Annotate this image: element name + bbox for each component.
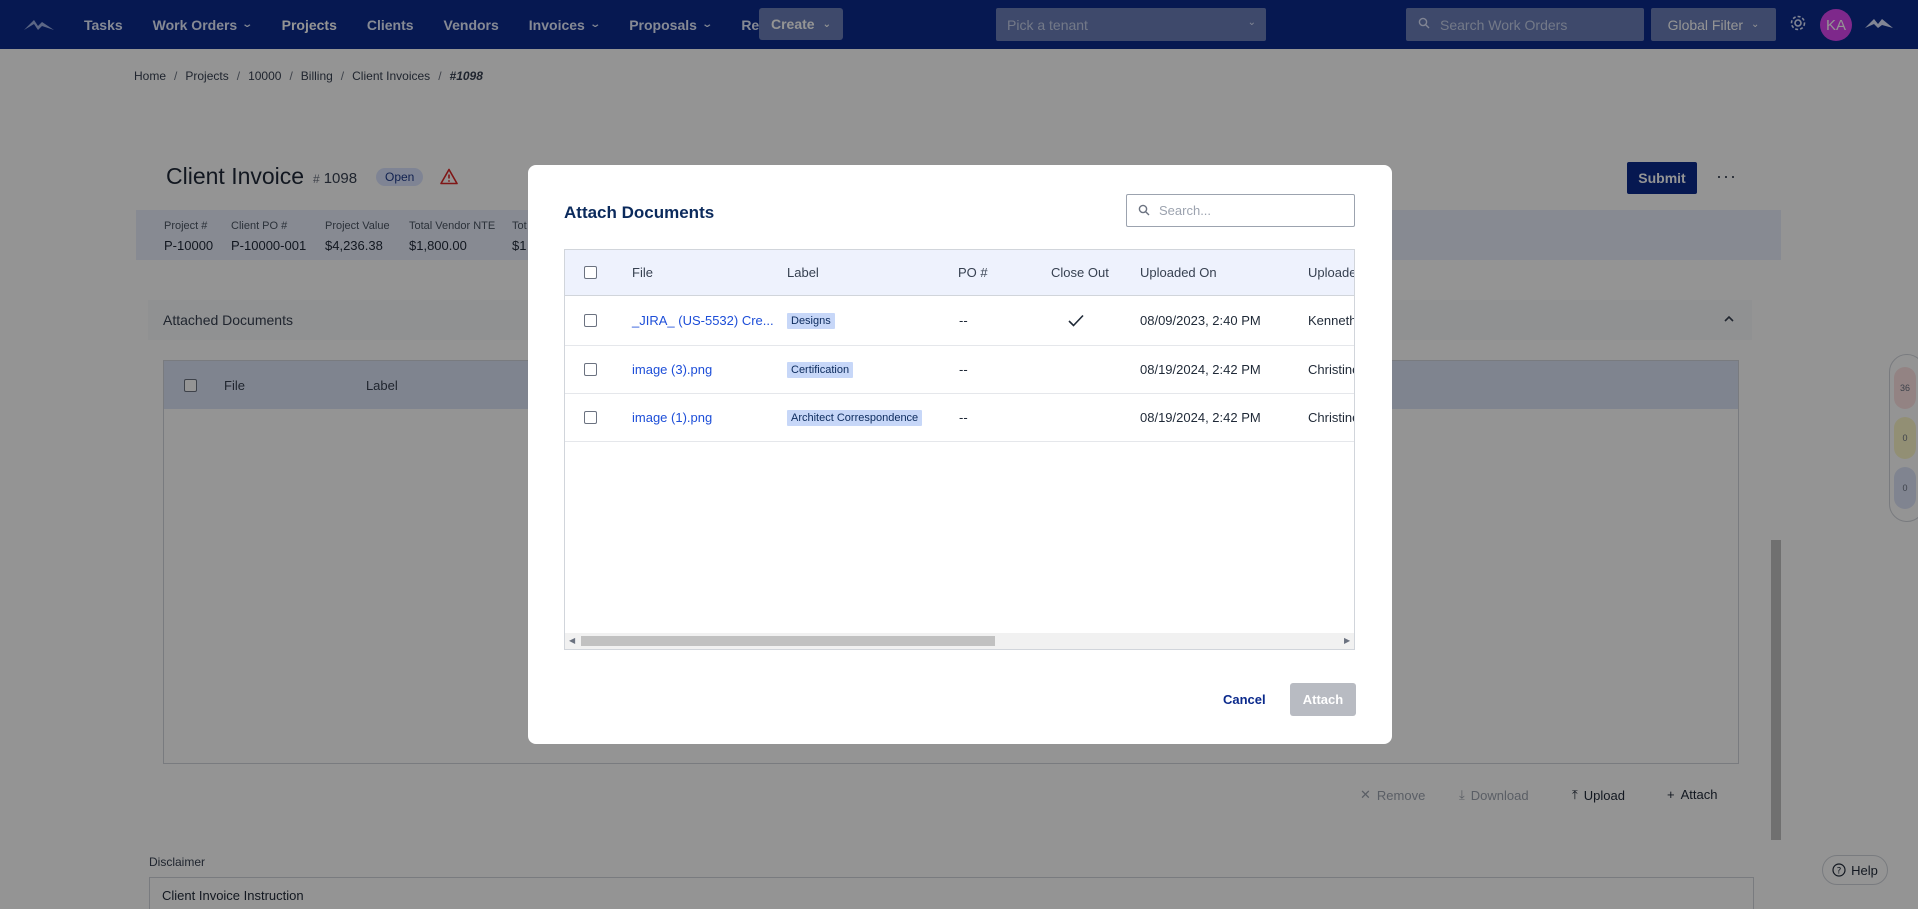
close-out-cell (1068, 296, 1084, 345)
file-link[interactable]: _JIRA_ (US-5532) Cre... (632, 296, 774, 345)
table-row[interactable]: image (3).png Certification -- 08/19/202… (565, 346, 1354, 394)
horizontal-scrollbar-thumb[interactable] (581, 636, 995, 646)
table-row[interactable]: image (1).png Architect Correspondence -… (565, 394, 1354, 442)
row-checkbox[interactable] (584, 363, 597, 376)
row-checkbox-cell (584, 296, 597, 345)
label-tag: Architect Correspondence (787, 409, 923, 426)
uploaded-by-cell: Kenneth (1308, 313, 1355, 328)
grid-header: File Label PO # Close Out Uploaded On Up… (565, 250, 1354, 296)
row-checkbox[interactable] (584, 314, 597, 327)
uploaded-on-cell: 08/09/2023, 2:40 PM (1140, 313, 1261, 328)
row-checkbox-cell (584, 346, 597, 393)
label-tag: Designs (787, 312, 835, 329)
attach-button[interactable]: Attach (1290, 683, 1356, 716)
uploaded-by-cell: Christine (1308, 410, 1355, 425)
po-cell: -- (959, 362, 968, 377)
attach-documents-modal: Attach Documents Search... File Label PO… (528, 165, 1392, 744)
uploaded-by-cell: Christine (1308, 362, 1355, 377)
modal-search-input[interactable]: Search... (1126, 194, 1355, 227)
column-uploaded-on[interactable]: Uploaded On (1140, 250, 1217, 295)
column-uploaded-by[interactable]: Uploade (1308, 250, 1354, 295)
uploaded-on-cell: 08/19/2024, 2:42 PM (1140, 362, 1261, 377)
cancel-button[interactable]: Cancel (1223, 692, 1266, 707)
select-all-cell (584, 250, 597, 295)
modal-search-placeholder: Search... (1159, 203, 1212, 218)
file-link[interactable]: image (3).png (632, 346, 712, 393)
label-tag: Certification (787, 361, 854, 378)
po-cell: -- (959, 313, 968, 328)
column-close-out[interactable]: Close Out (1051, 250, 1109, 295)
label-cell: Designs (787, 296, 835, 345)
search-icon (1138, 204, 1150, 216)
horizontal-scrollbar[interactable]: ◀ ▶ (565, 633, 1354, 649)
column-file[interactable]: File (632, 250, 653, 295)
scroll-left-icon[interactable]: ◀ (569, 636, 575, 645)
column-po[interactable]: PO # (958, 250, 988, 295)
row-checkbox-cell (584, 394, 597, 441)
checkmark-icon (1068, 314, 1084, 327)
label-cell: Certification (787, 346, 854, 393)
file-link[interactable]: image (1).png (632, 394, 712, 441)
label-cell: Architect Correspondence (787, 394, 923, 441)
row-checkbox[interactable] (584, 411, 597, 424)
po-cell: -- (959, 410, 968, 425)
modal-title: Attach Documents (564, 203, 715, 222)
uploaded-on-cell: 08/19/2024, 2:42 PM (1140, 410, 1261, 425)
documents-grid: File Label PO # Close Out Uploaded On Up… (564, 249, 1355, 650)
scroll-right-icon[interactable]: ▶ (1344, 636, 1350, 645)
table-row[interactable]: _JIRA_ (US-5532) Cre... Designs -- 08/09… (565, 296, 1354, 346)
column-label[interactable]: Label (787, 250, 819, 295)
select-all-checkbox[interactable] (584, 266, 597, 279)
